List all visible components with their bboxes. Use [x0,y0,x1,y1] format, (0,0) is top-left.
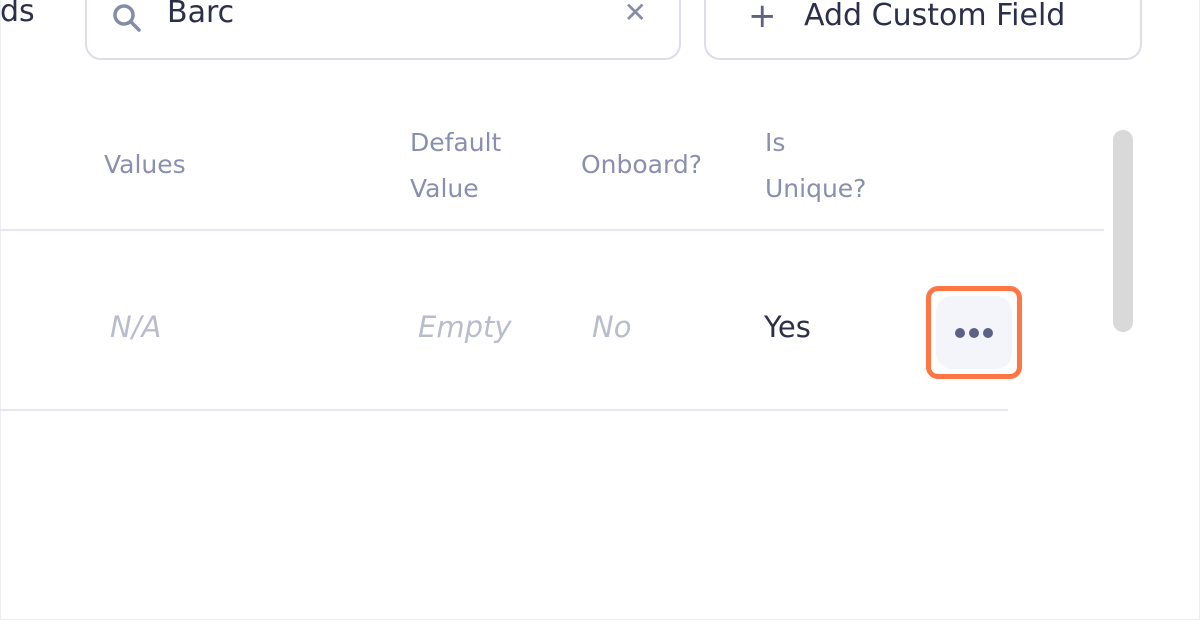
search-input[interactable] [165,0,589,31]
search-icon [111,2,143,38]
close-icon[interactable]: ✕ [624,0,647,29]
add-custom-field-label: Add Custom Field [804,0,1066,33]
header-divider [0,229,1104,231]
more-actions-button[interactable] [926,286,1022,379]
add-custom-field-button[interactable]: + Add Custom Field [704,0,1142,60]
search-field[interactable]: ✕ [85,0,681,60]
plus-icon: + [748,0,777,36]
cell-default-value: Empty [418,310,512,344]
column-header-values: Values [104,150,186,179]
more-horizontal-icon [936,296,1012,369]
cell-onboard: No [592,310,632,344]
column-header-onboard: Onboard? [581,150,702,179]
column-header-is-unique: Is Unique? [765,128,867,203]
cell-is-unique: Yes [764,310,811,344]
column-header-default-value: Default Value [410,128,502,203]
row-divider [0,409,1008,411]
cell-values: N/A [110,310,162,344]
page-heading: ds [0,0,35,29]
scrollbar[interactable] [1113,130,1133,332]
